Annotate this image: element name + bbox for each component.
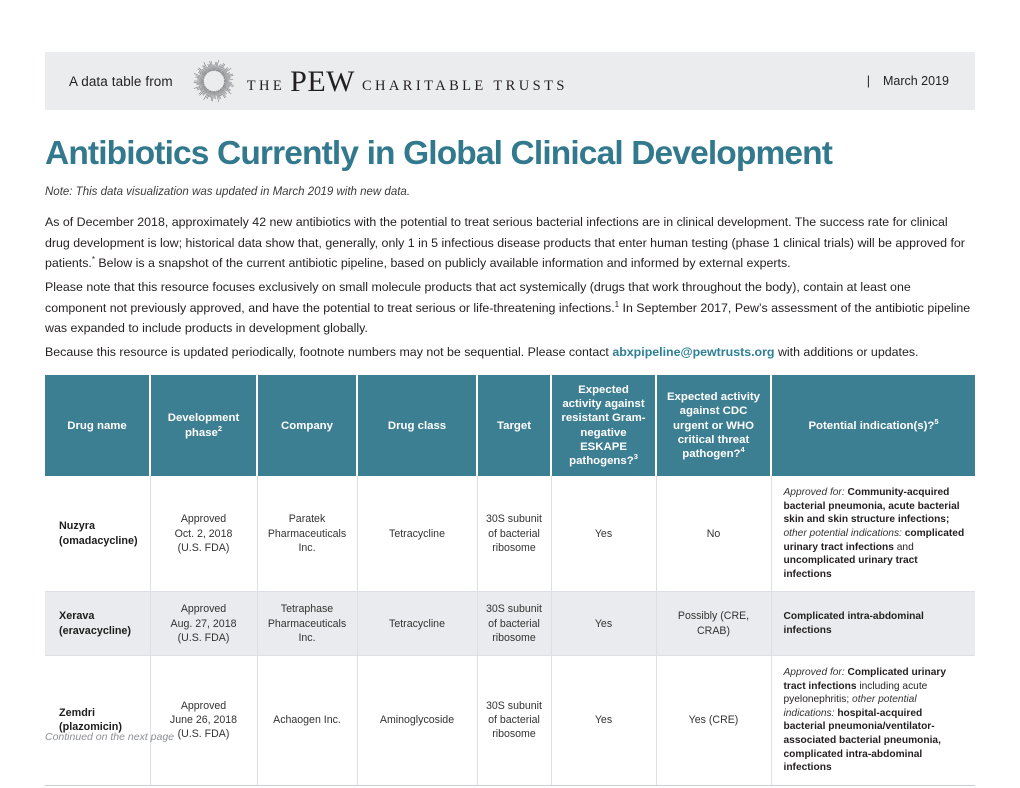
cell-company: Tetraphase Pharmaceuticals Inc. [257,591,358,656]
cell-development-phase: Approved Aug. 27, 2018 (U.S. FDA) [150,591,258,656]
cell-company: Paratek Pharmaceuticals Inc. [257,476,358,593]
cell-drug-name: Nuzyra (omadacycline) [45,476,151,593]
indication-segment: Complicated intra-abdominal infections [783,611,924,636]
pew-name-label: PEW [290,65,355,98]
continued-footer: Continued on the next page [45,731,175,743]
table-header: Drug name Development phase2 Company Drug c… [45,375,975,477]
antibiotics-pipeline-table: Drug name Development phase2 Company Drug c… [45,375,975,786]
cell-cdc-who-activity: Yes (CRE) [656,655,772,786]
column-header-3: Drug class [357,375,478,477]
pew-charitable-trusts-label: CHARITABLE TRUSTS [361,78,568,94]
cell-cdc-who-activity: No [656,476,772,593]
column-header-footnote-marker: 5 [934,416,939,426]
cell-eskape-activity: Yes [551,476,657,593]
cell-development-phase: Approved June 26, 2018 (U.S. FDA) [150,655,258,786]
column-header-label: Company [281,419,333,432]
masthead: A data table from THE PEW CHARITABLE TRU… [45,52,975,110]
intro-paragraph-3: Because this resource is updated periodi… [45,342,975,378]
cell-target: 30S subunit of bacterial ribosome [477,591,552,656]
cell-target: 30S subunit of bacterial ribosome [477,655,552,786]
p3-text-b: with additions or updates. [774,345,919,359]
cell-potential-indications: Approved for: Complicated urinary tract … [771,655,975,786]
column-header-footnote-marker: 4 [740,445,745,455]
p1-text-b: Below is a snapshot of the current antib… [94,256,791,270]
column-header-1: Development phase2 [150,375,258,477]
table-body: Nuzyra (omadacycline) Approved Oct. 2, 2018… [45,476,975,786]
column-header-label: Potential indication(s)? [808,419,935,432]
cell-drug-class: Aminoglycoside [357,655,478,786]
cell-eskape-activity: Yes [551,655,657,786]
table-row: Nuzyra (omadacycline) Approved Oct. 2, 2018… [45,476,975,593]
indication-segment: Approved for [783,666,842,678]
from-label: A data table from [69,73,173,89]
column-header-footnote-marker: 3 [633,452,638,462]
p3-text-a: Because this resource is updated periodi… [45,345,613,359]
contact-email-link[interactable]: abxpipeline@pewtrusts.org [612,345,774,359]
column-header-footnote-marker: 2 [217,423,223,433]
update-note: Note: This data visualization was update… [45,186,411,198]
indication-segment: uncomplicated urinary tract infections [783,555,918,580]
cell-drug-class: Tetracycline [357,591,478,656]
cell-potential-indications: Complicated intra-abdominal infections [771,591,975,656]
column-header-label: Development phase [167,412,240,439]
table-row: Xerava (eravacycline) Approved Aug. 27, 201… [45,591,975,656]
column-header-7: Potential indication(s)?5 [771,375,975,477]
publication-date: March 2019 [882,74,949,88]
indication-segment: and [896,541,914,553]
column-header-2: Company [257,375,358,477]
column-header-4: Target [477,375,552,477]
cell-target: 30S subunit of bacterial ribosome [477,476,552,593]
column-header-label: Drug name [67,419,127,432]
indication-segment: Approved for [783,487,842,499]
cell-company: Achaogen Inc. [257,655,358,786]
pew-the-label: THE [246,78,286,94]
column-header-label: Target [497,419,531,432]
masthead-separator: | [866,74,870,88]
pew-wordmark: THE PEW CHARITABLE TRUSTS [246,65,568,98]
table-row: Zemdri (plazomicin) Approved June 26, 2018(… [45,655,975,786]
table-header-row: Drug name Development phase2 Company Drug c… [45,375,975,477]
cell-eskape-activity: Yes [551,591,657,656]
sunburst-logo-icon [193,59,234,103]
cell-drug-name: Zemdri (plazomicin) [45,655,151,786]
cell-development-phase: Approved Oct. 2, 2018 (U.S. FDA) [150,476,258,593]
cell-potential-indications: Approved for: Community-acquired bacteri… [771,476,975,593]
cell-drug-name: Xerava (eravacycline) [45,591,151,656]
page-title: Antibiotics Currently in Global Clinical… [45,134,833,171]
column-header-label: Drug class [387,419,447,432]
cell-drug-class: Tetracycline [357,476,478,593]
masthead-brand: A data table from THE PEW CHARITABLE TRU… [45,58,568,104]
masthead-date-group: | March 2019 [867,74,975,88]
cell-cdc-who-activity: Possibly (CRE, CRAB) [656,591,772,656]
column-header-0: Drug name [45,375,151,477]
document-page: A data table from THE PEW CHARITABLE TRU… [0,0,1020,788]
column-header-5: Expected activity against resistant Gram… [551,375,657,477]
column-header-6: Expected activity against CDC urgent or … [656,375,772,477]
indication-segment: other potential indications [783,528,900,539]
column-header-label: Expected activity against CDC urgent or … [666,391,761,460]
